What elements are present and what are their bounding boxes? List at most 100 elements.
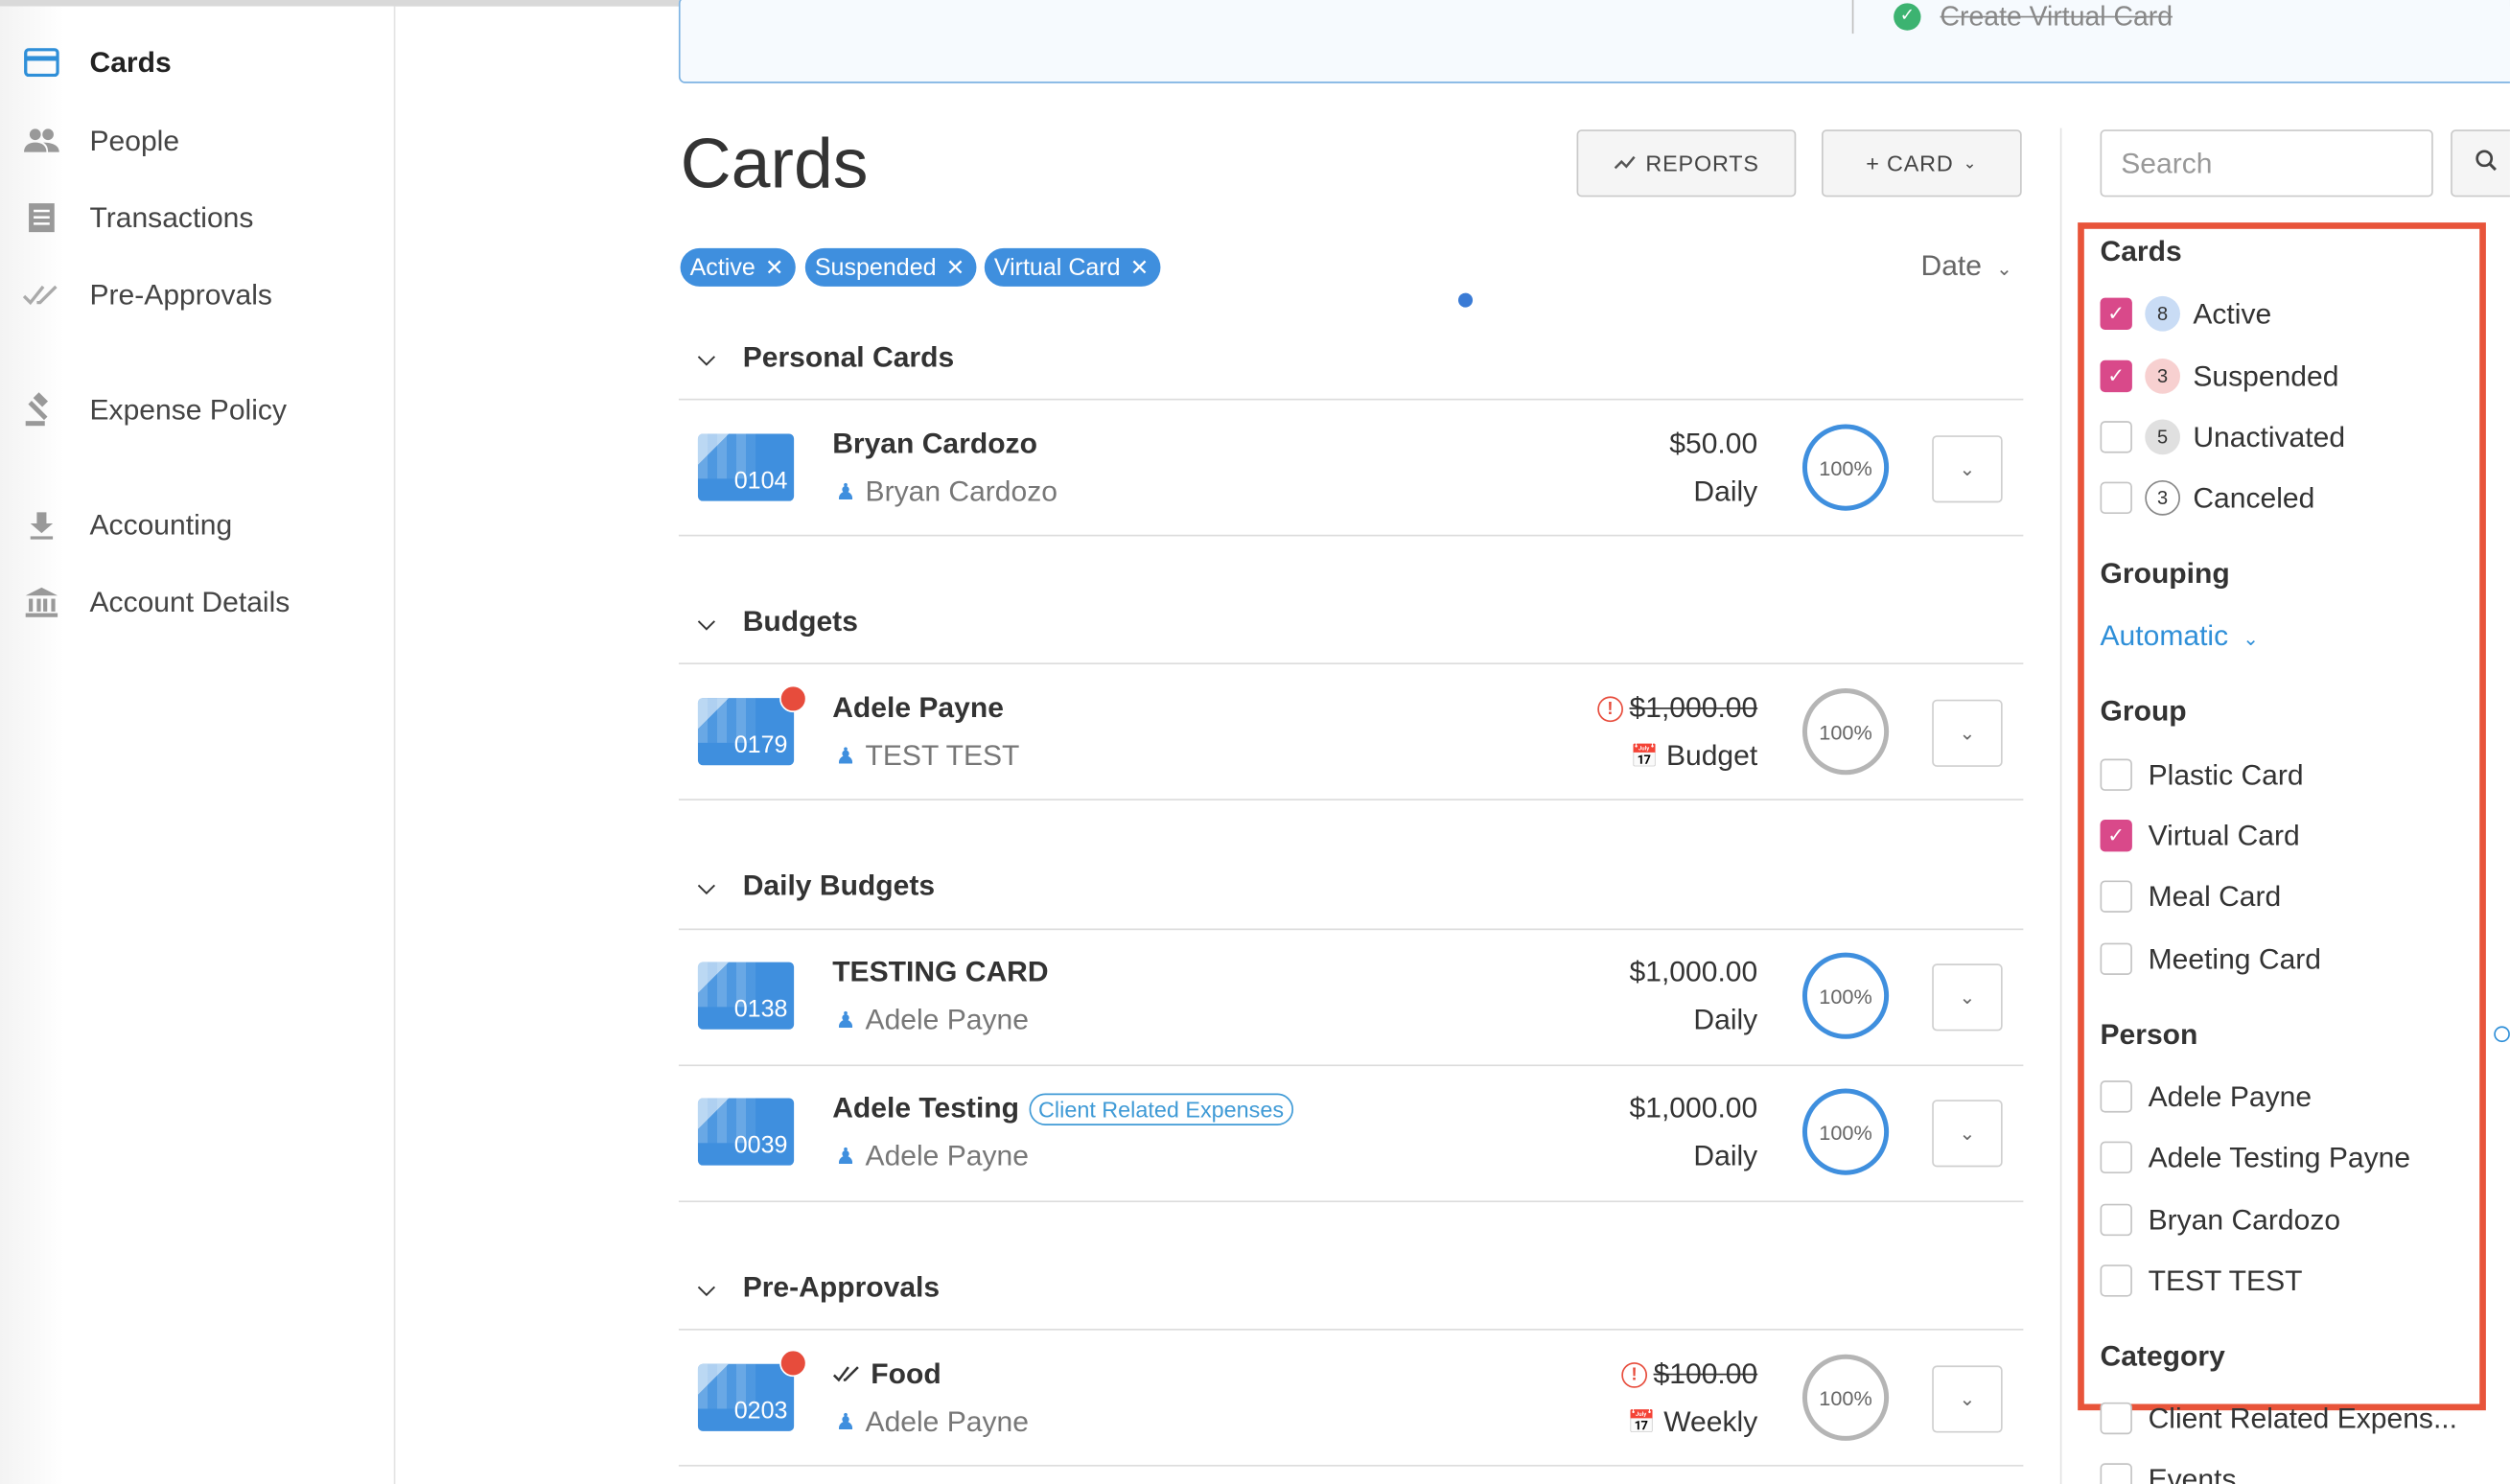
sort-dropdown[interactable]: Date ⌄ — [1921, 250, 2012, 284]
grouping-select[interactable]: Automatic ⌄ — [2101, 619, 2259, 653]
filter-category-client-related[interactable]: Client Related Expens... — [2100, 1398, 2457, 1439]
checkbox[interactable] — [2100, 1203, 2132, 1237]
reports-button[interactable]: REPORTS — [1576, 129, 1797, 197]
sidebar-item-label: People — [89, 124, 180, 156]
section-header-personal-cards[interactable]: ⌵ Personal Cards — [698, 341, 954, 375]
card-holder-name: TEST TEST — [865, 739, 1020, 772]
card-period-text: Daily — [1693, 1004, 1758, 1036]
sidebar: Cards People Transactions Pre-Approvals … — [0, 6, 396, 1484]
filter-chip-suspended[interactable]: Suspended ✕ — [804, 247, 976, 287]
filter-group-meal-card[interactable]: Meal Card — [2100, 875, 2282, 916]
filter-chip-active[interactable]: Active ✕ — [680, 247, 796, 287]
card-holder-name: Adele Payne — [865, 1004, 1029, 1036]
chevron-down-icon: ⌄ — [1959, 722, 1976, 745]
filter-status-suspended[interactable]: ✓ 3 Suspended — [2100, 356, 2338, 397]
chevron-down-icon: ⌵ — [697, 344, 715, 370]
alert-badge — [779, 684, 807, 713]
filter-status-canceled[interactable]: 3 Canceled — [2100, 477, 2314, 519]
row-expand-button[interactable]: ⌄ — [1932, 699, 2003, 767]
card-holder: ♟ Adele Payne — [836, 1004, 1029, 1037]
section-header-budgets[interactable]: ⌵ Budgets — [698, 605, 858, 638]
list-icon — [22, 198, 60, 237]
filter-status-unactivated[interactable]: 5 Unactivated — [2100, 416, 2345, 457]
double-check-icon — [832, 1357, 861, 1391]
card-last4: 0039 — [733, 1131, 788, 1160]
checkbox[interactable] — [2100, 421, 2132, 453]
filter-label: TEST TEST — [2148, 1264, 2303, 1296]
checkbox-checked[interactable]: ✓ — [2100, 297, 2132, 330]
people-icon — [22, 122, 60, 160]
filter-label: Active — [2193, 296, 2272, 330]
sidebar-item-accounting[interactable]: Accounting — [0, 497, 394, 554]
calendar-icon: 📅 — [1630, 742, 1659, 769]
filter-category-events[interactable]: Events — [2100, 1458, 2237, 1484]
filter-status-active[interactable]: ✓ 8 Active — [2100, 293, 2272, 335]
filter-label: Events — [2148, 1462, 2237, 1484]
checkbox[interactable] — [2100, 1141, 2132, 1174]
section-header-daily-budgets[interactable]: ⌵ Daily Budgets — [698, 870, 935, 903]
card-holder: ♟ Bryan Cardozo — [836, 475, 1057, 509]
card-limit-value: $1,000.00 — [1629, 955, 1758, 988]
checkbox[interactable] — [2100, 481, 2132, 515]
checkbox-checked[interactable]: ✓ — [2100, 359, 2132, 393]
person-icon: ♟ — [835, 1408, 856, 1435]
filter-group-plastic-card[interactable]: Plastic Card — [2100, 754, 2304, 796]
filter-label: Meal Card — [2148, 879, 2282, 913]
close-icon[interactable]: ✕ — [765, 254, 784, 281]
search-input[interactable]: Search — [2100, 129, 2433, 197]
section-title: Daily Budgets — [742, 869, 936, 902]
row-expand-button[interactable]: ⌄ — [1932, 435, 2003, 503]
checkbox[interactable] — [2100, 880, 2132, 913]
card-limit: $1,000.00 — [1630, 956, 1758, 989]
alert-badge — [779, 1349, 807, 1378]
close-icon[interactable]: ✕ — [946, 254, 965, 281]
checkbox[interactable] — [2100, 1463, 2132, 1484]
row-expand-button[interactable]: ⌄ — [1932, 1365, 2003, 1433]
checkbox[interactable] — [2100, 1264, 2132, 1297]
filter-group-meeting-card[interactable]: Meeting Card — [2100, 939, 2322, 980]
checkbox[interactable] — [2100, 1080, 2132, 1113]
checkbox[interactable] — [2100, 1402, 2132, 1435]
divider — [678, 1064, 2024, 1067]
filter-heading-category: Category — [2100, 1339, 2225, 1373]
checkbox-checked[interactable]: ✓ — [2100, 819, 2132, 852]
page-title: Cards — [680, 125, 869, 204]
chevron-down-icon: ⌵ — [697, 1274, 715, 1300]
sidebar-item-expense-policy[interactable]: Expense Policy — [0, 381, 394, 438]
filter-person-adele-testing-payne[interactable]: Adele Testing Payne — [2100, 1137, 2410, 1178]
usage-ring: 100% — [1801, 424, 1890, 511]
sidebar-item-pre-approvals[interactable]: Pre-Approvals — [0, 266, 394, 323]
app-root: Cards People Transactions Pre-Approvals … — [0, 0, 2510, 1484]
add-card-button[interactable]: + CARD ⌄ — [1822, 129, 2022, 197]
checkbox[interactable] — [2100, 942, 2132, 975]
sidebar-item-transactions[interactable]: Transactions — [0, 189, 394, 246]
filter-person-test-test[interactable]: TEST TEST — [2100, 1260, 2303, 1301]
row-expand-button[interactable]: ⌄ — [1932, 963, 2003, 1032]
filter-group-virtual-card[interactable]: ✓ Virtual Card — [2100, 815, 2300, 856]
filter-chip-virtual-card[interactable]: Virtual Card ✕ — [984, 247, 1160, 287]
sidebar-item-account-details[interactable]: Account Details — [0, 573, 394, 631]
filter-person-adele-payne[interactable]: Adele Payne — [2100, 1076, 2312, 1117]
close-icon[interactable]: ✕ — [1130, 254, 1150, 281]
filter-label: Meeting Card — [2148, 941, 2322, 975]
row-expand-button[interactable]: ⌄ — [1932, 1100, 2003, 1168]
section-header-pre-approvals[interactable]: ⌵ Pre-Approvals — [698, 1271, 940, 1305]
card-holder: ♟ TEST TEST — [836, 739, 1020, 773]
sidebar-item-cards[interactable]: Cards — [0, 34, 394, 91]
checkbox[interactable] — [2100, 758, 2132, 791]
card-holder: ♟ Adele Payne — [836, 1405, 1029, 1439]
section-title: Personal Cards — [742, 340, 955, 374]
loading-indicator — [1458, 292, 1474, 308]
reports-button-label: REPORTS — [1645, 150, 1759, 176]
divider — [678, 928, 2024, 931]
filter-heading-cards: Cards — [2100, 235, 2182, 267]
sidebar-item-people[interactable]: People — [0, 112, 394, 170]
filter-person-bryan-cardozo[interactable]: Bryan Cardozo — [2100, 1199, 2340, 1241]
person-icon: ♟ — [835, 1143, 856, 1170]
card-limit: $50.00 — [1669, 428, 1757, 461]
search-button[interactable] — [2451, 129, 2510, 197]
card-limit: ! $1,000.00 — [1597, 691, 1757, 725]
usage-ring: 100% — [1801, 688, 1890, 776]
download-icon — [22, 506, 60, 545]
card-limit-value: $1,000.00 — [1629, 691, 1758, 724]
